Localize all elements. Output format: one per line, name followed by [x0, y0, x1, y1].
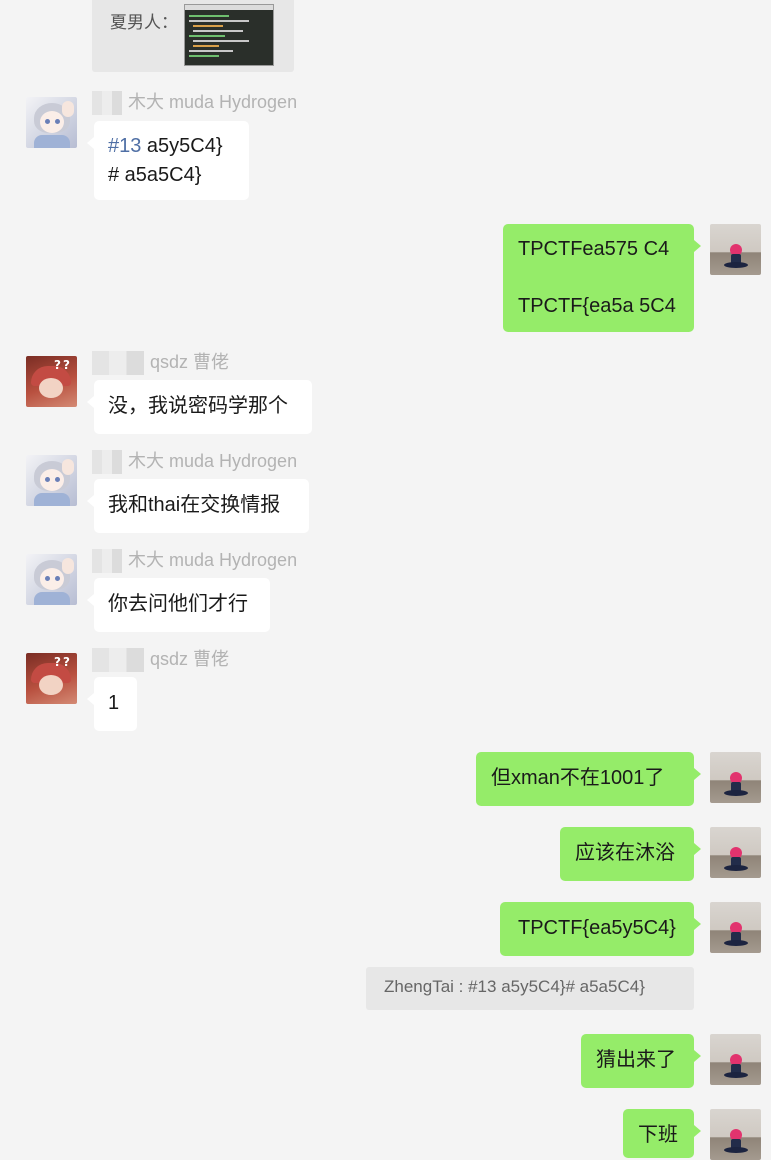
message-bubble[interactable]: 1 [87, 677, 137, 731]
avatar-red-hat-icon[interactable]: ?? [26, 653, 77, 704]
message-bubble[interactable]: #13 a5y5C4} # a5a5C4} [87, 121, 249, 200]
blurred-name-mask [92, 351, 144, 376]
avatar-flower-icon[interactable] [710, 1034, 761, 1085]
message-bubble-self[interactable]: TPCTFea575 C4 TPCTF{ea5a 5C4 [503, 224, 701, 332]
avatar-anime-girl-icon[interactable] [26, 97, 77, 148]
avatar-anime-girl-icon[interactable] [26, 455, 77, 506]
message-bubble[interactable]: 你去问他们才行 [87, 578, 270, 632]
blurred-name-mask [92, 91, 122, 116]
avatar-flower-icon[interactable] [710, 902, 761, 953]
avatar-flower-icon[interactable] [710, 752, 761, 803]
quoted-sender-label: 夏男人： [110, 13, 178, 33]
sender-name: 木大 muda Hydrogen [92, 546, 297, 574]
message-bubble-self[interactable]: 猜出来了 [581, 1034, 701, 1088]
avatar-flower-icon[interactable] [710, 827, 761, 878]
message-bubble-self[interactable]: 但xman不在1001了 [476, 752, 701, 806]
hash-tag: #13 [108, 135, 142, 157]
message-bubble[interactable]: 我和thai在交换情报 [87, 479, 309, 533]
avatar-flower-icon[interactable] [710, 1109, 761, 1160]
avatar-red-hat-icon[interactable]: ?? [26, 356, 77, 407]
message-bubble-self[interactable]: 下班 [623, 1109, 701, 1158]
sender-name: qsdz 曹佬 [92, 645, 229, 673]
message-bubble-self[interactable]: TPCTF{ea5y5C4} [500, 902, 701, 956]
message-bubble-self[interactable]: 应该在沐浴 [560, 827, 701, 881]
avatar-anime-girl-icon[interactable] [26, 554, 77, 605]
sender-name: 木大 muda Hydrogen [92, 88, 297, 116]
blurred-name-mask [92, 648, 144, 673]
quoted-reply[interactable]: ZhengTai : #13 a5y5C4}# a5a5C4} [366, 967, 694, 1010]
code-screenshot-thumbnail[interactable] [184, 4, 274, 66]
message-bubble[interactable]: 没，我说密码学那个 [87, 380, 312, 434]
quoted-image-message[interactable]: 夏男人： [92, 0, 294, 72]
blurred-name-mask [92, 450, 122, 475]
sender-name: 木大 muda Hydrogen [92, 447, 297, 475]
avatar-flower-icon[interactable] [710, 224, 761, 275]
sender-name: qsdz 曹佬 [92, 348, 229, 376]
blurred-name-mask [92, 549, 122, 574]
